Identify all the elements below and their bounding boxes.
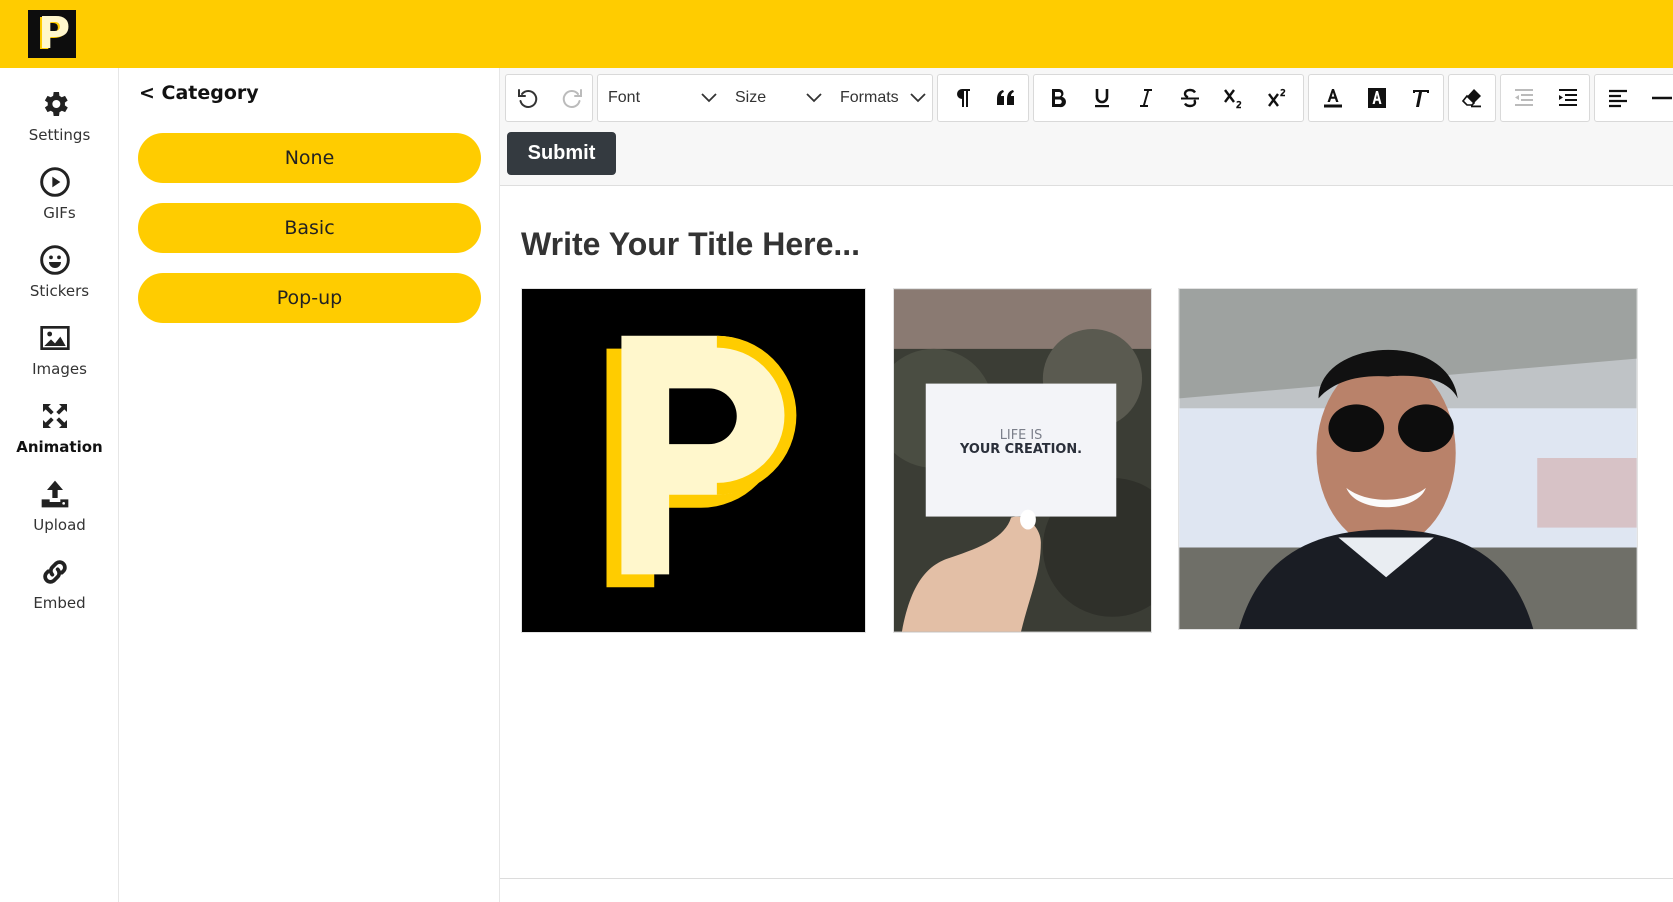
text-style-group: Font Size Formats	[597, 74, 933, 122]
card-photo-graphic: LIFE IS YOUR CREATION.	[894, 289, 1151, 632]
sidebar-item-settings[interactable]: Settings	[0, 74, 119, 146]
image-icon	[40, 326, 70, 350]
background-color-button[interactable]	[1355, 75, 1399, 121]
category-popup-button[interactable]: Pop-up	[138, 273, 481, 323]
sidebar-item-embed[interactable]: Embed	[0, 542, 119, 614]
formats-dropdown[interactable]: Formats	[830, 75, 932, 121]
paragraph-button[interactable]	[940, 75, 984, 121]
subscript-icon	[1224, 89, 1242, 109]
upload-icon	[41, 480, 69, 508]
sidebar-item-animation[interactable]: Animation	[0, 386, 119, 458]
editor: Font Size Formats Submit Write Your Titl…	[500, 68, 1673, 902]
card-photo-image[interactable]: LIFE IS YOUR CREATION.	[893, 288, 1152, 633]
outdent-icon	[1515, 89, 1533, 106]
redo-button[interactable]	[550, 75, 594, 121]
category-back-link[interactable]: < Category	[139, 82, 259, 104]
editor-bottom-divider	[500, 878, 1673, 879]
quote-icon	[997, 90, 1014, 105]
horizontal-rule-icon	[1652, 96, 1672, 100]
block-group	[937, 74, 1029, 122]
superscript-icon	[1268, 88, 1286, 107]
sidebar: Settings GIFs Stickers Images Animation	[0, 68, 119, 902]
font-dropdown[interactable]: Font	[598, 75, 723, 121]
top-bar: P P	[0, 0, 1673, 68]
text-color-icon	[1324, 89, 1342, 108]
sidebar-item-label: Upload	[33, 516, 86, 534]
color-group	[1308, 74, 1444, 122]
aviator-gif-image[interactable]	[1178, 288, 1638, 630]
sidebar-item-label: Images	[32, 360, 87, 378]
smiley-icon	[40, 245, 70, 275]
logo-graphic	[522, 289, 865, 632]
italic-icon	[1140, 89, 1152, 107]
p-logo-image[interactable]	[521, 288, 866, 633]
bold-icon	[1052, 89, 1067, 108]
eraser-group	[1448, 74, 1496, 122]
text-color-button[interactable]	[1311, 75, 1355, 121]
sidebar-item-stickers[interactable]: Stickers	[0, 230, 119, 302]
editor-toolbar: Font Size Formats Submit	[500, 68, 1673, 186]
submit-button[interactable]: Submit	[507, 132, 616, 175]
play-circle-icon	[40, 167, 70, 197]
inline-format-group	[1033, 74, 1304, 122]
indent-icon	[1559, 89, 1577, 106]
link-icon	[43, 560, 67, 584]
font-dropdown-label: Font	[608, 89, 641, 106]
sidebar-item-label: Embed	[33, 594, 86, 612]
size-dropdown[interactable]: Size	[725, 75, 828, 121]
subscript-button[interactable]	[1212, 75, 1256, 121]
sidebar-item-upload[interactable]: Upload	[0, 464, 119, 536]
undo-icon	[518, 89, 538, 108]
app-logo[interactable]: P P	[28, 10, 76, 58]
align-left-icon	[1609, 89, 1627, 108]
indent-group	[1500, 74, 1590, 122]
category-none-button[interactable]: None	[138, 133, 481, 183]
expand-arrows-icon	[43, 404, 67, 428]
redo-icon	[562, 89, 582, 108]
sidebar-item-gifs[interactable]: GIFs	[0, 152, 119, 224]
superscript-button[interactable]	[1256, 75, 1300, 121]
bold-button[interactable]	[1036, 75, 1080, 121]
remove-format-text-icon	[1413, 90, 1429, 107]
underline-icon	[1095, 89, 1109, 108]
chevron-down-icon	[701, 93, 717, 103]
gear-icon	[44, 92, 68, 116]
italic-button[interactable]	[1124, 75, 1168, 121]
undo-button[interactable]	[506, 75, 550, 121]
sidebar-item-label: GIFs	[43, 204, 76, 222]
sidebar-item-label: Settings	[28, 126, 91, 144]
background-color-icon	[1368, 88, 1386, 108]
sidebar-item-label: Stickers	[29, 282, 90, 300]
history-group	[505, 74, 593, 122]
align-group	[1594, 74, 1673, 122]
aviator-graphic	[1179, 289, 1637, 629]
logo-letter: P	[38, 8, 71, 59]
document-title[interactable]: Write Your Title Here...	[521, 226, 860, 263]
align-left-button[interactable]	[1596, 75, 1640, 121]
strikethrough-button[interactable]	[1168, 75, 1212, 121]
chevron-down-icon	[806, 93, 822, 103]
blockquote-button[interactable]	[984, 75, 1028, 121]
outdent-button[interactable]	[1502, 75, 1546, 121]
size-dropdown-label: Size	[735, 89, 767, 106]
category-basic-button[interactable]: Basic	[138, 203, 481, 253]
eraser-icon	[1461, 89, 1481, 108]
remove-format-button[interactable]	[1450, 75, 1494, 121]
horizontal-rule-button[interactable]	[1640, 75, 1673, 121]
clear-color-button[interactable]	[1399, 75, 1443, 121]
indent-button[interactable]	[1546, 75, 1590, 121]
underline-button[interactable]	[1080, 75, 1124, 121]
card-line1: LIFE IS	[1000, 428, 1043, 443]
paragraph-icon	[957, 89, 970, 107]
category-panel: < Category None Basic Pop-up	[119, 68, 500, 902]
formats-dropdown-label: Formats	[840, 89, 899, 106]
sidebar-item-label: Animation	[16, 438, 103, 456]
sidebar-item-images[interactable]: Images	[0, 308, 119, 380]
card-line2: YOUR CREATION.	[959, 442, 1082, 457]
chevron-down-icon	[910, 93, 926, 103]
strikethrough-icon	[1181, 88, 1199, 108]
